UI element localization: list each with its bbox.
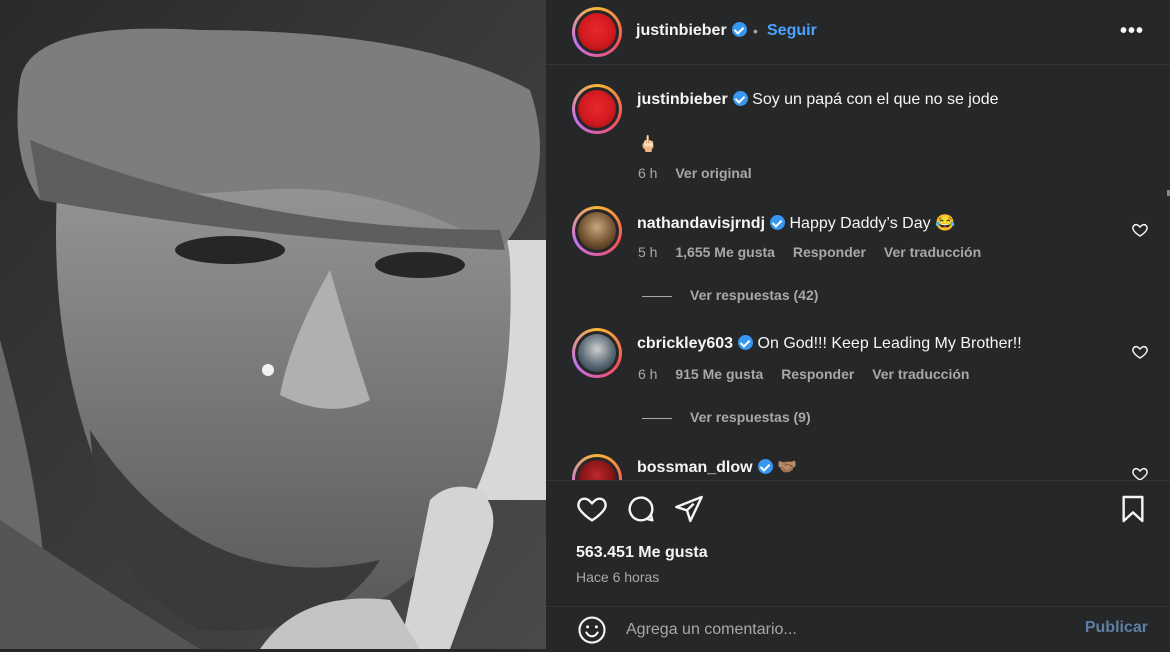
comment-likes[interactable]: 915 Me gusta [675, 366, 763, 382]
comment-like-heart-icon[interactable] [1132, 222, 1148, 238]
verified-icon [738, 335, 754, 350]
comment-username[interactable]: cbrickley603 [637, 335, 733, 352]
comment-icon[interactable] [625, 493, 657, 525]
caption-text: Soy un papá con el que no se jode [752, 91, 999, 108]
verified-icon [770, 215, 786, 230]
comment-text-row: bossman_dlow 🤝🏽 [637, 457, 797, 477]
comment-avatar[interactable] [572, 206, 622, 256]
comment-likes[interactable]: 1,655 Me gusta [675, 244, 775, 260]
bookmark-icon[interactable] [1117, 493, 1149, 525]
share-icon[interactable] [673, 493, 705, 525]
reply-button[interactable]: Responder [781, 366, 854, 382]
view-replies-button[interactable]: Ver respuestas (9) [642, 409, 811, 425]
verified-icon [731, 22, 747, 37]
comment-meta: 5 h 1,655 Me gusta Responder Ver traducc… [638, 244, 995, 260]
photo-illustration [0, 0, 546, 649]
caption-time: 6 h [638, 165, 658, 181]
verified-icon [732, 91, 748, 106]
see-original-link[interactable]: Ver original [675, 165, 751, 181]
view-replies-label[interactable]: Ver respuestas (9) [690, 409, 811, 425]
comment-like-heart-icon[interactable] [1132, 344, 1148, 360]
more-icon[interactable]: ••• [1120, 20, 1144, 43]
post-time: Hace 6 horas [576, 569, 660, 585]
comment-avatar[interactable] [572, 328, 622, 378]
publish-button[interactable]: Publicar [1085, 619, 1148, 637]
comment-row-clipped: bossman_dlow 🤝🏽 [546, 440, 1170, 480]
action-bar: 563.451 Me gusta Hace 6 horas Publicar [546, 480, 1170, 651]
caption: justinbieber Soy un papá con el que no s… [637, 91, 999, 109]
caption-avatar[interactable] [572, 84, 622, 134]
separator-dot: • [753, 23, 758, 39]
caption-meta: 6 h Ver original [638, 165, 766, 181]
view-replies-button[interactable]: Ver respuestas (42) [642, 287, 818, 303]
replies-divider [642, 417, 672, 419]
replies-divider [642, 295, 672, 297]
comment-username[interactable]: bossman_dlow [637, 459, 753, 476]
author-username[interactable]: justinbieber [636, 22, 747, 40]
author-username-text[interactable]: justinbieber [636, 22, 727, 39]
translate-button[interactable]: Ver traducción [872, 366, 969, 382]
post-header: justinbieber • Seguir ••• [546, 0, 1170, 65]
comment-text-row: nathandavisjrndj Happy Daddy’s Day 😂 [637, 213, 955, 233]
comment-text: Happy Daddy’s Day 😂 [789, 215, 955, 232]
comment-like-heart-icon[interactable] [1132, 466, 1148, 480]
emoji-icon[interactable] [577, 615, 607, 645]
author-avatar[interactable] [572, 7, 622, 57]
post-photo[interactable] [0, 0, 546, 649]
comment-text: 🤝🏽 [777, 459, 797, 476]
comment-text-row: cbrickley603 On God!!! Keep Leading My B… [637, 335, 1022, 353]
heart-icon[interactable] [576, 493, 608, 525]
comment-bar: Publicar [546, 606, 1170, 652]
reply-button[interactable]: Responder [793, 244, 866, 260]
caption-username[interactable]: justinbieber [637, 91, 728, 108]
comment-username[interactable]: nathandavisjrndj [637, 215, 765, 232]
comment-meta: 6 h 915 Me gusta Responder Ver traducció… [638, 366, 983, 382]
follow-button[interactable]: Seguir [767, 22, 817, 40]
like-count[interactable]: 563.451 Me gusta [576, 544, 708, 562]
translate-button[interactable]: Ver traducción [884, 244, 981, 260]
verified-icon [757, 459, 773, 474]
comment-input[interactable] [624, 617, 1048, 643]
comment-time: 6 h [638, 366, 658, 382]
comment-time: 5 h [638, 244, 658, 260]
caption-emoji: 🖕🏻 [638, 136, 658, 153]
post-panel: justinbieber • Seguir ••• justinbieber S… [546, 0, 1170, 651]
comment-avatar[interactable] [572, 454, 622, 480]
comment-text: On God!!! Keep Leading My Brother!! [757, 335, 1022, 352]
view-replies-label[interactable]: Ver respuestas (42) [690, 287, 818, 303]
